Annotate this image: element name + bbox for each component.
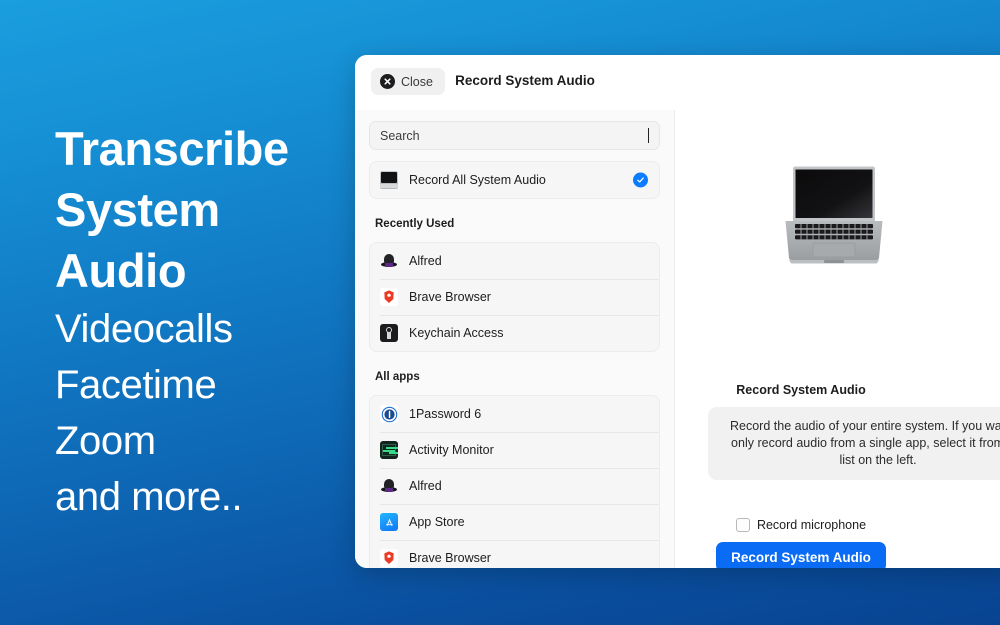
record-system-audio-button[interactable]: Record System Audio (716, 542, 886, 568)
list-item-label: Activity Monitor (409, 443, 494, 457)
list-item-label: App Store (409, 515, 465, 529)
search-input[interactable]: Search (369, 121, 660, 150)
brave-icon (380, 549, 398, 567)
list-item[interactable]: Alfred (370, 243, 659, 279)
alfred-icon (380, 477, 398, 495)
list-item-label: Alfred (409, 479, 442, 493)
app-list-panel: Search Record All System Audio Recently … (355, 110, 675, 568)
promo-line-7: and more.. (55, 475, 243, 519)
laptop-icon (380, 171, 398, 189)
promo-line-1: Transcribe (55, 122, 289, 175)
promo-headline: Transcribe System Audio Videocalls Facet… (55, 118, 355, 525)
promo-line-6: Zoom (55, 419, 156, 463)
system-audio-group: Record All System Audio (369, 161, 660, 199)
list-item[interactable]: 1Password 6 (370, 396, 659, 432)
promo-line-5: Facetime (55, 363, 217, 407)
window-titlebar: Close Record System Audio (355, 55, 1000, 110)
recently-used-group: Alfred Brave Browser Keychain Access (369, 242, 660, 352)
detail-description: Record the audio of your entire system. … (730, 419, 1000, 467)
window-title: Record System Audio (455, 73, 595, 88)
detail-description-box: Record the audio of your entire system. … (708, 407, 1000, 480)
record-microphone-checkbox-row[interactable]: Record microphone (675, 518, 927, 532)
record-button-container: Record System Audio (675, 542, 927, 568)
list-item[interactable]: Alfred (370, 468, 659, 504)
window-body: Search Record All System Audio Recently … (355, 110, 1000, 568)
app-window: Close Record System Audio Search Record … (355, 55, 1000, 568)
list-item[interactable]: Brave Browser (370, 279, 659, 315)
section-header-all-apps: All apps (375, 371, 420, 383)
promo-stage: Transcribe System Audio Videocalls Facet… (0, 0, 1000, 625)
row-record-all-system-audio[interactable]: Record All System Audio (370, 162, 659, 198)
list-item[interactable]: App Store (370, 504, 659, 540)
promo-line-3: Audio (55, 244, 187, 297)
record-microphone-checkbox[interactable] (735, 518, 750, 532)
onepassword-icon (380, 405, 398, 423)
list-item-label: 1Password 6 (409, 407, 482, 421)
search-placeholder: Search (380, 128, 420, 143)
all-apps-group: 1Password 6 Activity Monitor Alfred App … (369, 395, 660, 568)
text-cursor (648, 128, 649, 143)
promo-line-2: System (55, 183, 220, 236)
macbook-illustration (780, 165, 888, 265)
app-store-icon (380, 513, 398, 531)
list-item-label: Brave Browser (409, 290, 491, 304)
list-item[interactable]: Activity Monitor (370, 432, 659, 468)
row-label: Record All System Audio (409, 173, 546, 187)
list-item[interactable]: Keychain Access (370, 315, 659, 351)
keychain-icon (380, 324, 398, 342)
list-item-label: Keychain Access (409, 326, 504, 340)
activity-monitor-icon (380, 441, 398, 459)
section-header-recently-used: Recently Used (375, 218, 455, 230)
detail-title: Record System Audio (736, 383, 866, 397)
record-microphone-label: Record microphone (756, 518, 867, 532)
list-item[interactable]: Brave Browser (370, 540, 659, 568)
alfred-icon (380, 252, 398, 270)
promo-line-4: Videocalls (55, 307, 233, 351)
list-item-label: Brave Browser (409, 551, 491, 565)
brave-icon (380, 288, 398, 306)
list-item-label: Alfred (409, 254, 442, 268)
detail-panel: Record System Audio Record the audio of … (675, 110, 1000, 568)
check-icon (633, 172, 648, 188)
